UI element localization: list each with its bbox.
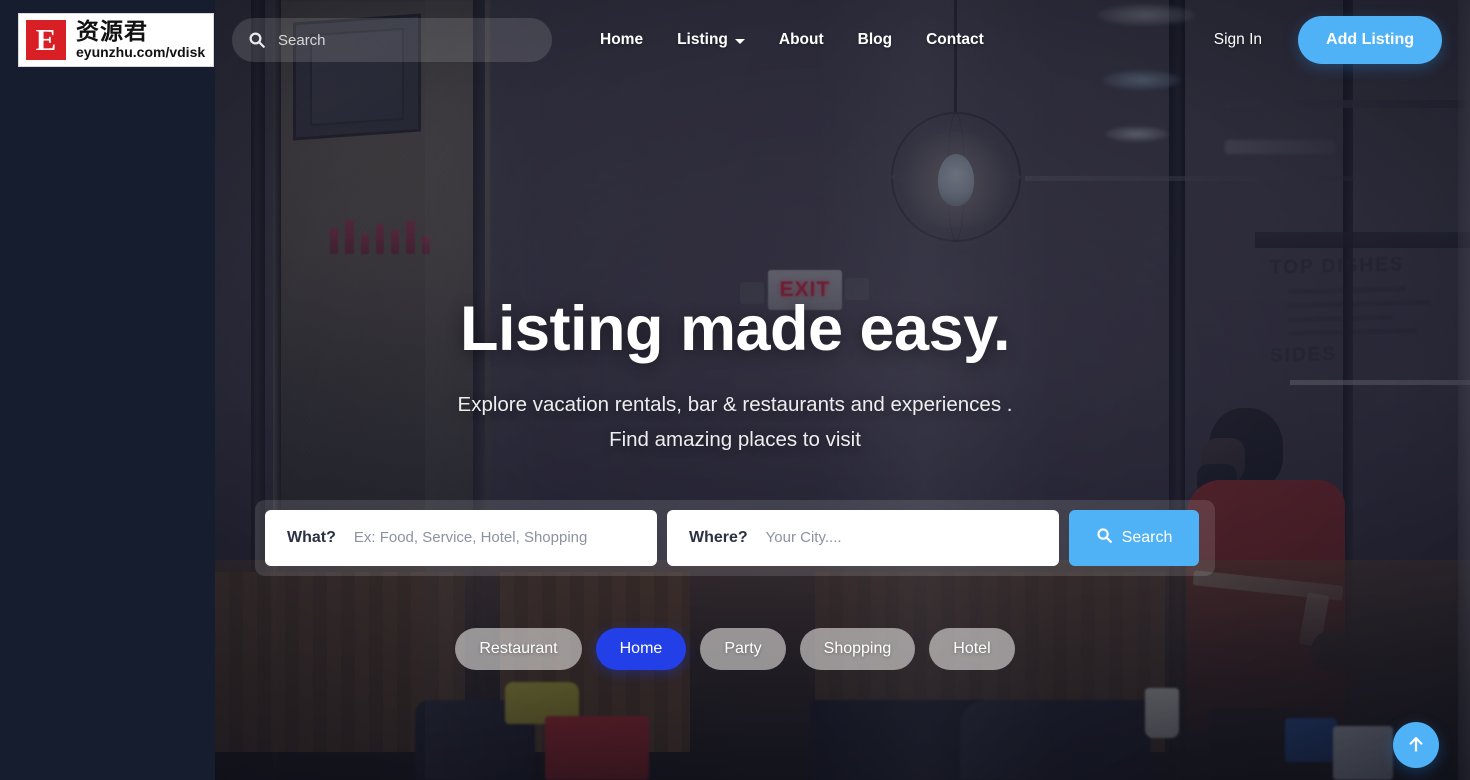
sign-in-link[interactable]: Sign In — [1214, 31, 1262, 49]
what-input[interactable] — [353, 529, 635, 546]
photo-menu-board-topbar — [1255, 232, 1470, 248]
what-field[interactable]: What? — [265, 509, 657, 566]
photo-right-edge-band — [1458, 0, 1470, 780]
page-root: EXIT TOP DISHES SIDES E 资源君 eyunzhu.com/… — [0, 0, 1470, 780]
logo-letter-mark: E — [24, 18, 68, 62]
hero-subline: Explore vacation rentals, bar & restaura… — [458, 387, 1013, 458]
category-pill-shopping[interactable]: Shopping — [799, 627, 916, 670]
category-pill-party[interactable]: Party — [700, 627, 786, 670]
photo-menu-line — [1288, 299, 1430, 309]
logo-text-block: 资源君 eyunzhu.com/vdisk — [76, 20, 205, 61]
photo-ceiling-light-4 — [1225, 140, 1335, 154]
search-button[interactable]: Search — [1069, 509, 1199, 566]
chevron-down-icon — [734, 38, 745, 44]
nav-item-listing[interactable]: Listing — [677, 31, 745, 49]
logo-brand-name: 资源君 — [76, 18, 148, 45]
photo-foreground-object — [810, 700, 985, 780]
header-search-placeholder: Search — [278, 31, 326, 49]
where-field[interactable]: Where? — [667, 509, 1059, 566]
site-header: E 资源君 eyunzhu.com/vdisk Search Home List… — [0, 0, 1470, 80]
search-button-label: Search — [1121, 528, 1173, 546]
photo-menu-line — [1288, 314, 1394, 323]
hero-subline-line1: Explore vacation rentals, bar & restaura… — [457, 393, 1013, 416]
category-pill-hotel[interactable]: Hotel — [929, 627, 1015, 670]
photo-pendant-bulb — [938, 154, 974, 206]
hero-subline-line2: Find amazing places to visit — [609, 428, 861, 452]
nav-item-blog[interactable]: Blog — [858, 31, 892, 49]
nav-item-home-label: Home — [600, 31, 644, 48]
photo-red-neon-sign — [330, 218, 430, 254]
what-field-label: What? — [287, 528, 336, 546]
photo-wall-rail — [1025, 176, 1355, 181]
arrow-up-icon — [1406, 734, 1426, 757]
category-pill-home[interactable]: Home — [595, 627, 687, 670]
left-navy-band — [0, 0, 215, 780]
photo-menu-board-underline — [1290, 380, 1470, 385]
nav-item-home[interactable]: Home — [600, 31, 643, 49]
photo-foreground-object-white — [1333, 726, 1393, 780]
nav-item-contact-label: Contact — [926, 31, 984, 48]
category-pill-list: Restaurant Home Party Shopping Hotel — [455, 627, 1015, 670]
where-input[interactable] — [765, 529, 1037, 546]
header-search-box[interactable]: Search — [232, 18, 552, 62]
photo-menu-board-title: TOP DISHES — [1270, 254, 1405, 279]
photo-menu-line — [1288, 286, 1406, 295]
photo-ceiling-light-3 — [1105, 126, 1169, 142]
nav-item-about[interactable]: About — [779, 31, 824, 49]
scroll-to-top-button[interactable] — [1393, 722, 1439, 768]
add-listing-button[interactable]: Add Listing — [1298, 16, 1442, 64]
photo-pendant-light — [891, 112, 1021, 242]
hero-headline: Listing made easy. — [459, 294, 1011, 364]
nav-item-blog-label: Blog — [857, 31, 893, 48]
nav-item-listing-label: Listing — [677, 31, 728, 48]
category-pill-restaurant[interactable]: Restaurant — [455, 627, 582, 670]
photo-foreground-object-red — [545, 716, 649, 780]
photo-ceiling-rail — [1225, 100, 1465, 108]
nav-item-contact[interactable]: Contact — [926, 31, 984, 49]
search-icon — [248, 31, 266, 49]
photo-foreground-cup — [1145, 688, 1179, 738]
main-navigation: Home Listing About Blog Contact — [600, 31, 984, 49]
photo-menu-board-subtitle: SIDES — [1270, 344, 1338, 367]
where-field-label: Where? — [689, 528, 748, 546]
nav-item-about-label: About — [778, 31, 824, 48]
search-icon — [1096, 527, 1113, 549]
photo-menu-line — [1288, 327, 1418, 337]
photo-foreground-object-blue — [1285, 718, 1337, 762]
logo-url: eyunzhu.com/vdisk — [76, 43, 206, 60]
hero-search-panel: What? Where? Search — [255, 499, 1215, 576]
header-actions: Sign In Add Listing — [1214, 16, 1470, 64]
photo-foreground-object — [960, 700, 1150, 780]
site-logo[interactable]: E 资源君 eyunzhu.com/vdisk — [18, 13, 214, 67]
